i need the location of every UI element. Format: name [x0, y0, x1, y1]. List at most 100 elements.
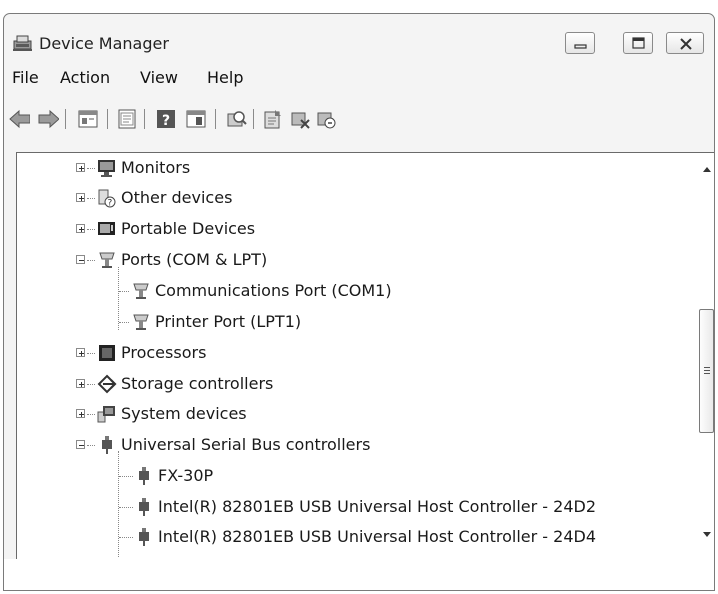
usb-icon: [102, 436, 112, 454]
unknown-device-icon: ?: [98, 189, 116, 208]
tree-connector: [87, 445, 95, 446]
menu-help[interactable]: Help: [207, 68, 243, 87]
tree-item-storage-controllers[interactable]: Storage controllers: [17, 369, 714, 399]
tree-item-printer-port[interactable]: Printer Port (LPT1): [17, 307, 714, 337]
minus-icon: [79, 445, 84, 446]
properties-icon[interactable]: [116, 108, 138, 130]
expand-button[interactable]: [76, 163, 85, 172]
vertical-scrollbar[interactable]: [697, 153, 714, 563]
tree-connector: [87, 229, 95, 230]
back-arrow-icon[interactable]: [8, 108, 30, 130]
port-icon: [133, 283, 149, 299]
uninstall-device-icon[interactable]: [315, 108, 337, 130]
expand-button[interactable]: [76, 193, 85, 202]
close-button[interactable]: [666, 32, 704, 54]
tree-connector: [87, 168, 95, 169]
minimize-button[interactable]: [565, 32, 595, 54]
tree-item-label: Monitors: [121, 158, 191, 177]
collapse-button[interactable]: [76, 255, 85, 264]
maximize-icon: [632, 37, 645, 49]
port-icon: [99, 252, 115, 268]
grip-line: [704, 370, 710, 371]
scroll-down-icon[interactable]: [702, 531, 712, 539]
expand-button[interactable]: [76, 409, 85, 418]
processor-icon: [99, 345, 115, 361]
tree-item-label: FX-30P: [158, 466, 214, 485]
port-icon: [133, 314, 149, 330]
show-hide-icon[interactable]: [185, 108, 207, 130]
tree-connector: [119, 476, 133, 477]
plus-icon: [79, 382, 84, 387]
tree-item-label: Ports (COM & LPT): [121, 250, 268, 269]
tree-item-processors[interactable]: Processors: [17, 338, 714, 368]
minus-icon: [79, 260, 84, 261]
plus-icon: [79, 166, 84, 171]
window-title: Device Manager: [39, 34, 169, 53]
tree-item-label: Other devices: [121, 188, 233, 207]
tree-item-label: System devices: [121, 404, 247, 423]
status-bar: [4, 559, 714, 590]
menu-file[interactable]: File: [12, 68, 39, 87]
tree-connector: [119, 322, 129, 323]
tree-connector: [119, 507, 133, 508]
update-driver-icon[interactable]: [262, 108, 284, 130]
tree-item-label: Communications Port (COM1): [155, 281, 392, 300]
plus-icon: [79, 227, 84, 232]
tree-item-portable-devices[interactable]: Portable Devices: [17, 214, 714, 244]
toolbar-separator: [253, 109, 254, 129]
tree-item-ports[interactable]: Ports (COM & LPT): [17, 245, 714, 275]
expand-button[interactable]: [76, 224, 85, 233]
minimize-icon: [574, 44, 587, 49]
portable-device-icon: [98, 222, 115, 235]
collapse-button[interactable]: [76, 440, 85, 449]
tree-item-intel-24d4[interactable]: Intel(R) 82801EB USB Universal Host Cont…: [17, 522, 714, 552]
tree-item-label: Printer Port (LPT1): [155, 312, 302, 331]
toolbar-separator: [65, 109, 66, 129]
plus-icon: [79, 196, 84, 201]
device-tree-pane[interactable]: Monitors ? Other devices Portable Device…: [16, 152, 714, 564]
tree-item-label: Processors: [121, 343, 207, 362]
disable-device-icon[interactable]: [289, 108, 311, 130]
maximize-button[interactable]: [623, 32, 653, 54]
tree-item-fx30p[interactable]: FX-30P: [17, 461, 714, 491]
tree-item-label: Storage controllers: [121, 374, 274, 393]
toolbar: ?: [4, 106, 714, 134]
menu-view[interactable]: View: [140, 68, 178, 87]
tree-item-monitors[interactable]: Monitors: [17, 153, 714, 183]
toolbar-separator: [144, 109, 145, 129]
tree-item-other-devices[interactable]: ? Other devices: [17, 183, 714, 213]
tree-connector: [87, 353, 95, 354]
up-level-icon[interactable]: [77, 108, 99, 130]
storage-controller-icon: [97, 374, 117, 394]
scroll-up-icon[interactable]: [702, 165, 712, 173]
title-bar[interactable]: Device Manager: [4, 14, 714, 60]
tree-item-communications-port[interactable]: Communications Port (COM1): [17, 276, 714, 306]
grip-line: [704, 373, 710, 374]
plus-icon: [79, 412, 84, 417]
menu-bar: File Action View Help: [4, 65, 714, 91]
usb-icon: [139, 528, 149, 546]
tree-connector: [87, 198, 95, 199]
tree-item-system-devices[interactable]: System devices: [17, 399, 714, 429]
system-device-icon: [97, 406, 115, 423]
help-icon[interactable]: ?: [155, 108, 177, 130]
menu-action[interactable]: Action: [60, 68, 110, 87]
close-icon: [680, 38, 692, 50]
scan-hardware-icon[interactable]: [225, 108, 247, 130]
tree-item-label: Intel(R) 82801EB USB Universal Host Cont…: [158, 497, 596, 516]
tree-item-intel-24d2[interactable]: Intel(R) 82801EB USB Universal Host Cont…: [17, 492, 714, 522]
toolbar-separator: [215, 109, 216, 129]
tree-item-label: Intel(R) 82801EB USB Universal Host Cont…: [158, 527, 596, 546]
tree-connector: [119, 291, 129, 292]
tree-item-usb-controllers[interactable]: Universal Serial Bus controllers: [17, 430, 714, 460]
tree-item-label: Portable Devices: [121, 219, 256, 238]
monitor-icon: [98, 160, 115, 177]
expand-button[interactable]: [76, 379, 85, 388]
scrollbar-thumb[interactable]: [699, 309, 714, 433]
expand-button[interactable]: [76, 348, 85, 357]
tree-connector: [87, 260, 95, 261]
forward-arrow-icon[interactable]: [37, 108, 59, 130]
device-manager-app-icon: [13, 35, 32, 51]
usb-icon: [139, 467, 149, 485]
grip-line: [704, 367, 710, 368]
